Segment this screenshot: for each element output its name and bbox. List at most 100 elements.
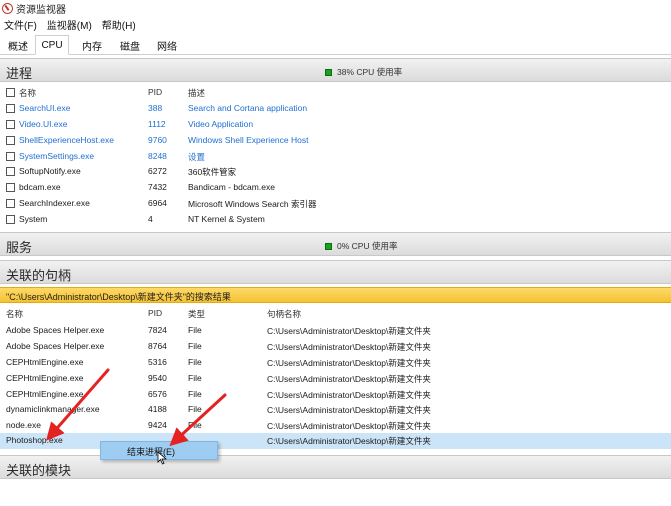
cpu-indicator-icon [325, 68, 332, 76]
handle-path: C:\Users\Administrator\Desktop\新建文件夹 [267, 342, 431, 352]
col-name[interactable]: 名称 [19, 87, 36, 99]
process-desc: NT Kernel & System [188, 214, 265, 224]
handle-process-name: dynamiclinkmanager.exe [6, 404, 100, 414]
process-desc: Search and Cortana application [188, 103, 308, 113]
process-row[interactable]: bdcam.exe 7432 Bandicam - bdcam.exe [0, 180, 671, 196]
handle-process-name: Photoshop.exe [6, 435, 63, 445]
process-checkbox[interactable] [6, 152, 15, 161]
process-name: System [19, 214, 48, 224]
process-pid: 6964 [148, 198, 167, 208]
process-row[interactable]: SearchUI.exe 388 Search and Cortana appl… [0, 101, 671, 117]
menu-file[interactable]: 文件(F) [4, 17, 37, 32]
processes-cpu-text: 38% CPU 使用率 [337, 67, 403, 77]
process-name: SystemSettings.exe [19, 151, 95, 161]
handle-path: C:\Users\Administrator\Desktop\新建文件夹 [267, 436, 431, 446]
handle-row[interactable]: CEPHtmlEngine.exe 5316 File C:\Users\Adm… [0, 355, 671, 371]
processes-column-headers: 名称 PID 描述 [0, 85, 671, 100]
handle-path: C:\Users\Administrator\Desktop\新建文件夹 [267, 358, 431, 368]
tab-network[interactable]: 网络 [154, 36, 180, 55]
handles-section-header[interactable]: 关联的句柄 [0, 260, 671, 284]
resource-monitor-icon [2, 2, 13, 14]
handle-row[interactable]: node.exe 9424 File C:\Users\Administrato… [0, 418, 671, 434]
handle-row[interactable]: CEPHtmlEngine.exe 9540 File C:\Users\Adm… [0, 371, 671, 387]
handle-process-name: CEPHtmlEngine.exe [6, 373, 84, 383]
process-desc: Windows Shell Experience Host [188, 135, 309, 145]
col-handle-name[interactable]: 句柄名称 [267, 308, 301, 320]
handle-process-name: CEPHtmlEngine.exe [6, 389, 84, 399]
process-checkbox[interactable] [6, 199, 15, 208]
process-row[interactable]: SystemSettings.exe 8248 设置 [0, 149, 671, 165]
services-cpu-status: 0% CPU 使用率 [325, 240, 397, 252]
handle-path: C:\Users\Administrator\Desktop\新建文件夹 [267, 374, 431, 384]
handle-row[interactable]: CEPHtmlEngine.exe 6576 File C:\Users\Adm… [0, 387, 671, 403]
process-pid: 8248 [148, 151, 167, 161]
menu-help[interactable]: 帮助(H) [102, 17, 136, 32]
menu-monitor[interactable]: 监视器(M) [47, 17, 92, 32]
handle-pid: 4188 [148, 404, 167, 414]
process-pid: 4 [148, 214, 153, 224]
mouse-cursor-icon [157, 451, 168, 465]
handle-pid: 7824 [148, 325, 167, 335]
handle-type: File [188, 420, 202, 430]
handle-type: File [188, 373, 202, 383]
col-description[interactable]: 描述 [188, 87, 205, 99]
handle-row[interactable]: dynamiclinkmanager.exe 4188 File C:\User… [0, 402, 671, 418]
col-name[interactable]: 名称 [6, 308, 23, 320]
handle-search-result-bar: "C:\Users\Administrator\Desktop\新建文件夹"的搜… [0, 287, 671, 303]
process-checkbox[interactable] [6, 167, 15, 176]
handle-row[interactable]: Adobe Spaces Helper.exe 7824 File C:\Use… [0, 323, 671, 339]
modules-title: 关联的模块 [6, 463, 72, 478]
handle-type: File [188, 341, 202, 351]
handle-type: File [188, 404, 202, 414]
window-title: 资源监视器 [16, 4, 66, 16]
process-row[interactable]: Video.UI.exe 1112 Video Application [0, 117, 671, 133]
process-pid: 388 [148, 103, 163, 113]
process-row[interactable]: SearchIndexer.exe 6964 Microsoft Windows… [0, 196, 671, 212]
handle-pid: 5316 [148, 357, 167, 367]
processes-section-header[interactable]: 进程 38% CPU 使用率 [0, 58, 671, 82]
process-pid: 9760 [148, 135, 167, 145]
handle-type: File [188, 325, 202, 335]
handle-path: C:\Users\Administrator\Desktop\新建文件夹 [267, 390, 431, 400]
col-pid[interactable]: PID [148, 308, 162, 318]
processes-title: 进程 [6, 66, 33, 81]
process-name: bdcam.exe [19, 182, 61, 192]
handle-type: File [188, 389, 202, 399]
process-row[interactable]: System 4 NT Kernel & System [0, 212, 671, 228]
tab-overview[interactable]: 概述 [5, 36, 31, 55]
process-checkbox[interactable] [6, 183, 15, 192]
col-type[interactable]: 类型 [188, 308, 205, 320]
process-name: SoftupNotify.exe [19, 166, 81, 176]
handles-column-headers: 名称 PID 类型 句柄名称 [0, 306, 671, 321]
tab-bar: 概述 CPU 内存 磁盘 网络 [0, 35, 671, 55]
search-result-text: "C:\Users\Administrator\Desktop\新建文件夹"的搜… [6, 292, 231, 302]
process-checkbox[interactable] [6, 215, 15, 224]
title-bar: 资源监视器 [0, 0, 671, 16]
handle-path: C:\Users\Administrator\Desktop\新建文件夹 [267, 405, 431, 415]
handle-process-name: CEPHtmlEngine.exe [6, 357, 84, 367]
tab-cpu[interactable]: CPU [35, 35, 69, 55]
process-name: SearchIndexer.exe [19, 198, 90, 208]
tab-memory[interactable]: 内存 [79, 36, 105, 55]
handle-process-name: Adobe Spaces Helper.exe [6, 325, 105, 335]
process-row[interactable]: SoftupNotify.exe 6272 360软件管家 [0, 164, 671, 180]
process-checkbox[interactable] [6, 136, 15, 145]
process-row[interactable]: ShellExperienceHost.exe 9760 Windows She… [0, 133, 671, 149]
services-section-header[interactable]: 服务 0% CPU 使用率 [0, 232, 671, 256]
services-title: 服务 [6, 240, 33, 255]
handle-row[interactable]: Adobe Spaces Helper.exe 8764 File C:\Use… [0, 339, 671, 355]
tab-disk[interactable]: 磁盘 [117, 36, 143, 55]
process-desc: Microsoft Windows Search 索引器 [188, 199, 317, 209]
services-cpu-text: 0% CPU 使用率 [337, 241, 398, 251]
handle-path: C:\Users\Administrator\Desktop\新建文件夹 [267, 326, 431, 336]
handle-pid: 9540 [148, 373, 167, 383]
menu-bar: 文件(F) 监视器(M) 帮助(H) [0, 16, 671, 33]
process-name: ShellExperienceHost.exe [19, 135, 114, 145]
handle-process-name: node.exe [6, 420, 41, 430]
handle-pid: 9424 [148, 420, 167, 430]
process-checkbox[interactable] [6, 120, 15, 129]
col-pid[interactable]: PID [148, 87, 162, 97]
handle-path: C:\Users\Administrator\Desktop\新建文件夹 [267, 421, 431, 431]
process-checkbox[interactable] [6, 104, 15, 113]
select-all-checkbox[interactable] [6, 88, 15, 97]
